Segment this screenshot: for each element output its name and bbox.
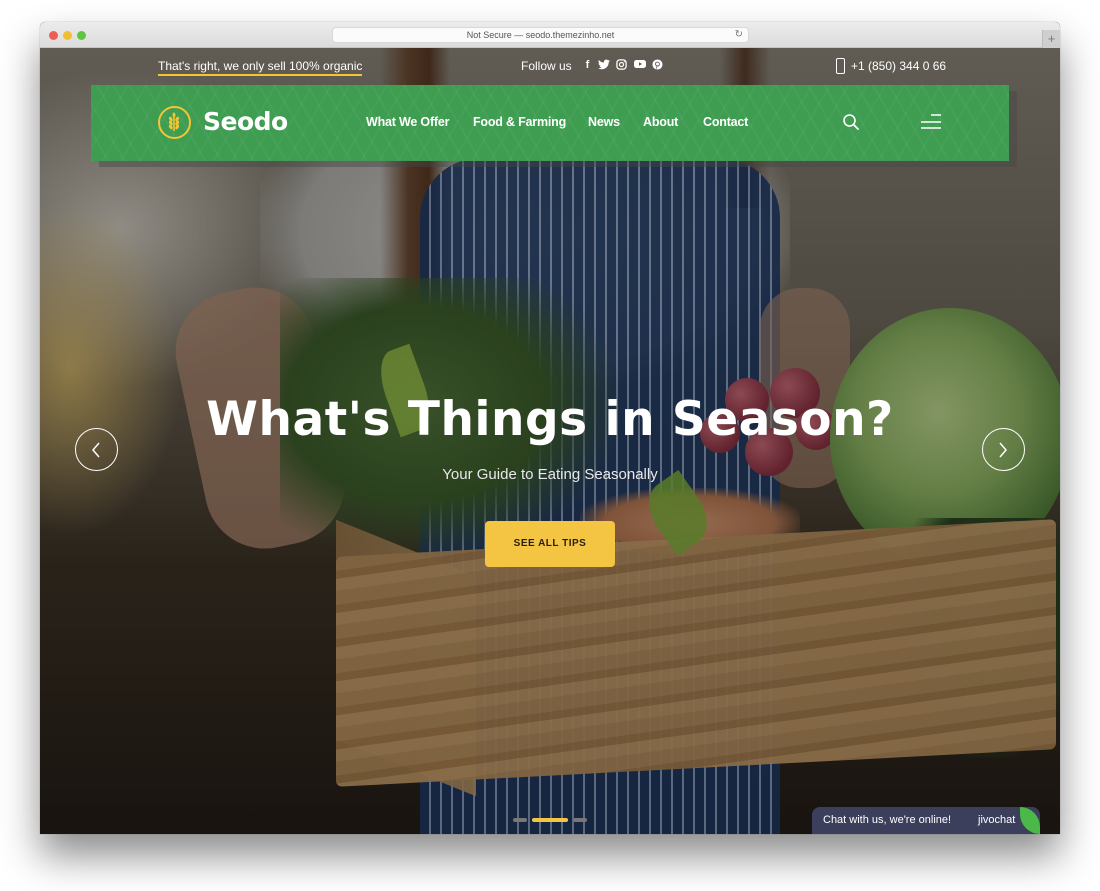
zoom-window-button[interactable] (77, 31, 86, 40)
close-window-button[interactable] (49, 31, 58, 40)
slider-dot-1[interactable] (513, 818, 527, 822)
wheat-logo-icon[interactable] (158, 106, 191, 139)
nav-item-about[interactable]: About (643, 114, 678, 130)
youtube-icon[interactable] (633, 59, 646, 72)
slider-dot-3[interactable] (573, 818, 587, 822)
organic-tagline-link[interactable]: That's right, we only sell 100% organic (158, 59, 363, 76)
hero-subtitle: Your Guide to Eating Seasonally (442, 466, 658, 483)
nav-item-food-farming[interactable]: Food & Farming (473, 114, 566, 130)
slider-next-button[interactable] (982, 428, 1025, 471)
minimize-window-button[interactable] (63, 31, 72, 40)
pinterest-icon[interactable] (651, 59, 664, 72)
slider-prev-button[interactable] (75, 428, 118, 471)
address-bar[interactable]: Not Secure — seodo.themezinho.net ↻ (332, 27, 749, 43)
chevron-right-icon (999, 442, 1007, 458)
brand-logo-text[interactable]: Seodo (203, 107, 288, 137)
browser-window: Not Secure — seodo.themezinho.net ↻ + Th… (40, 22, 1060, 834)
main-navbar: Seodo What We Offer Food & Farming News … (91, 85, 1009, 161)
live-chat-widget[interactable]: Chat with us, we're online! jivochat (812, 807, 1040, 834)
new-tab-button[interactable]: + (1042, 30, 1060, 48)
slider-dot-2-active[interactable] (532, 818, 568, 822)
phone-icon (836, 58, 845, 74)
browser-titlebar: Not Secure — seodo.themezinho.net ↻ + (40, 22, 1060, 48)
instagram-icon[interactable] (615, 59, 628, 72)
facebook-icon[interactable]: f (581, 59, 594, 72)
nav-item-contact[interactable]: Contact (703, 114, 748, 130)
top-info-bar: That's right, we only sell 100% organic … (40, 48, 1060, 88)
twitter-icon[interactable] (597, 59, 610, 72)
see-all-tips-button[interactable]: SEE ALL TIPS (485, 521, 615, 567)
chevron-left-icon (92, 442, 100, 458)
page-viewport: That's right, we only sell 100% organic … (40, 48, 1060, 834)
jivochat-brand: jivochat (978, 814, 1016, 826)
chat-prompt-text: Chat with us, we're online! (823, 814, 952, 826)
search-icon[interactable] (842, 113, 860, 131)
reload-icon[interactable]: ↻ (735, 28, 743, 42)
hero-headline: What's Things in Season? (206, 392, 894, 447)
hamburger-menu-icon[interactable] (919, 113, 943, 131)
nav-item-news[interactable]: News (588, 114, 620, 130)
address-text: Not Secure — seodo.themezinho.net (466, 30, 615, 40)
nav-item-what-we-offer[interactable]: What We Offer (366, 114, 449, 130)
chat-status-leaf-icon (1020, 807, 1040, 834)
follow-us-label: Follow us (521, 59, 572, 73)
phone-number[interactable]: +1 (850) 344 0 66 (851, 59, 946, 74)
